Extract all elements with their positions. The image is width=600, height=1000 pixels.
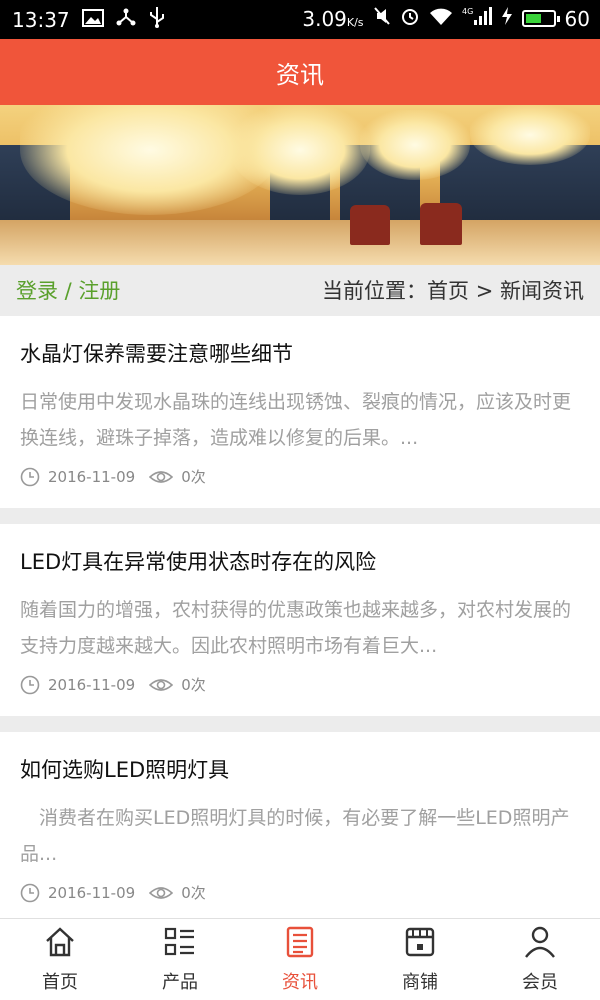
article-excerpt: 消费者在购买LED照明灯具的时候，有必要了解一些LED照明产品... [20,807,570,865]
article-card[interactable]: 如何选购LED照明灯具 消费者在购买LED照明灯具的时候，有必要了解一些LED照… [0,732,600,918]
usb-icon [148,6,166,33]
news-icon [283,925,317,964]
article-date: 2016-11-09 [48,467,136,486]
page-title: 资讯 [276,60,324,89]
tab-label: 会员 [522,972,558,993]
battery-level: 60 [564,6,590,31]
article-card[interactable]: 水晶灯保养需要注意哪些细节 日常使用中发现水晶珠的连线出现锈蚀、裂痕的情况，应该… [0,316,600,508]
article-title[interactable]: 如何选购LED照明灯具 [20,754,229,784]
mute-icon [373,6,391,31]
article-meta: 2016-11-09 0次 [20,674,206,695]
banner-floor [0,220,600,265]
image-icon [81,8,104,32]
charging-icon [501,6,513,31]
user-icon [523,925,557,964]
home-icon [43,925,77,964]
list-icon [163,925,197,964]
article-views: 0次 [181,468,206,486]
network-speed: 3.09K/s [302,6,364,31]
status-bar: 13:37 3.09K/s 4G 60 [0,0,600,39]
signal-icon: 4G [462,6,492,31]
tab-member[interactable]: 会员 [480,919,600,1000]
tab-home[interactable]: 首页 [0,919,120,1000]
chandelier [360,110,470,180]
svg-text:4G: 4G [462,7,473,16]
store-icon [403,925,437,964]
banner-image[interactable] [0,105,600,265]
wifi-icon [429,7,453,31]
article-date: 2016-11-09 [48,883,136,902]
tab-label: 商铺 [402,972,438,993]
breadcrumb-bar: 登录 / 注册 当前位置：首页 > 新闻资讯 [0,265,600,315]
clock-icon [20,883,40,903]
eye-icon [149,467,174,487]
chair [350,205,390,245]
article-title[interactable]: 水晶灯保养需要注意哪些细节 [20,338,293,368]
article-card[interactable]: LED灯具在异常使用状态时存在的风险 随着国力的增强，农村获得的优惠政策也越来越… [0,524,600,716]
article-title[interactable]: LED灯具在异常使用状态时存在的风险 [20,546,376,576]
article-meta: 2016-11-09 0次 [20,466,206,487]
battery-icon [521,10,560,27]
eye-icon [149,675,174,695]
article-excerpt: 随着国力的增强，农村获得的优惠政策也越来越多，对农村发展的支持力度越来越大。因此… [20,599,572,657]
article-date: 2016-11-09 [48,675,136,694]
share-icon [116,7,136,32]
clock: 13:37 [12,7,70,32]
tab-news[interactable]: 资讯 [240,919,360,1000]
tab-label: 资讯 [282,972,318,993]
chandelier [470,105,590,165]
article-meta: 2016-11-09 0次 [20,882,206,903]
breadcrumb: 当前位置：首页 > 新闻资讯 [322,279,584,303]
eye-icon [149,883,174,903]
article-views: 0次 [181,676,206,694]
clock-icon [20,675,40,695]
tab-label: 产品 [162,972,198,993]
tab-store[interactable]: 商铺 [360,919,480,1000]
bottom-tab-bar: 首页 产品 资讯 商铺 会员 [0,918,600,1000]
alarm-icon [400,6,420,31]
login-register-link[interactable]: 登录 / 注册 [16,275,120,305]
clock-icon [20,467,40,487]
chair [420,203,462,245]
tab-label: 首页 [42,972,78,993]
page-title-bar: 资讯 [0,39,600,105]
article-excerpt: 日常使用中发现水晶珠的连线出现锈蚀、裂痕的情况，应该及时更换连线，避珠子掉落，造… [20,391,572,449]
chandelier [230,105,370,195]
article-views: 0次 [181,884,206,902]
tab-products[interactable]: 产品 [120,919,240,1000]
